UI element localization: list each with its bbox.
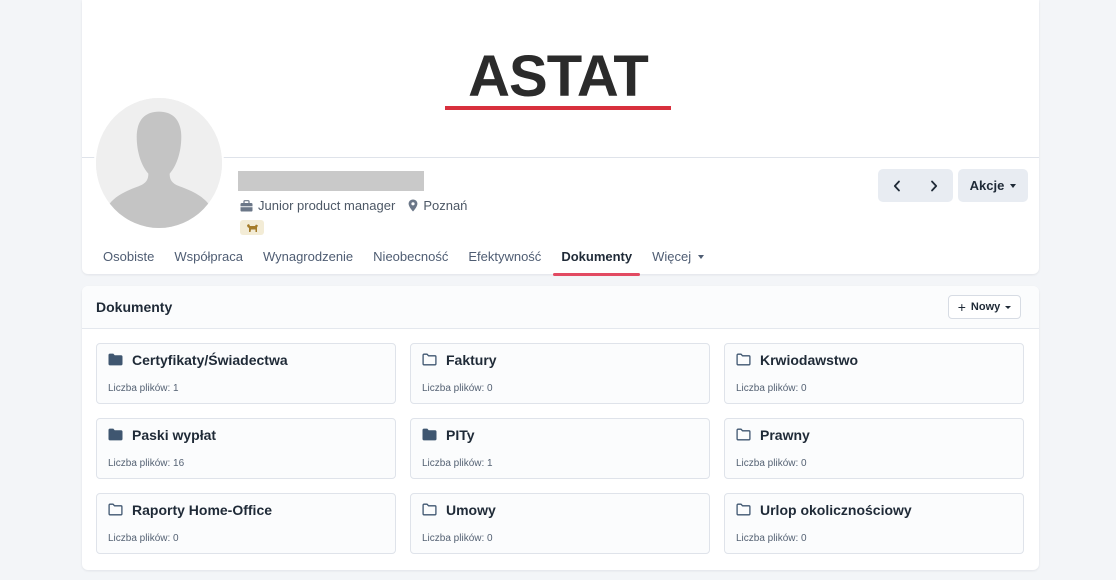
documents-card: Dokumenty + Nowy Certyfikaty/Świadectwa L… — [82, 286, 1039, 570]
tab-dokumenty[interactable]: Dokumenty — [551, 240, 642, 276]
tab-label: Więcej — [652, 249, 692, 264]
company-logo-text: ASTAT — [468, 44, 649, 109]
folder-outline-icon — [736, 353, 751, 366]
tab-label: Efektywność — [468, 249, 542, 264]
folder-tile[interactable]: PITy Liczba plików: 1 — [410, 418, 710, 479]
folder-file-count: Liczba plików: 1 — [108, 383, 179, 394]
folder-file-count: Liczba plików: 16 — [108, 458, 185, 469]
folder-tile[interactable]: Prawny Liczba plików: 0 — [724, 418, 1024, 479]
folder-tile[interactable]: Krwiodawstwo Liczba plików: 0 — [724, 343, 1024, 404]
caret-down-icon — [1010, 183, 1017, 188]
folder-name: Faktury — [446, 352, 497, 368]
folder-outline-icon — [736, 503, 751, 516]
profile-navigation — [878, 169, 953, 202]
folder-outline-icon — [422, 503, 437, 516]
folder-name: Krwiodawstwo — [760, 352, 859, 368]
tab-label: Współpraca — [174, 249, 243, 264]
job-title: Junior product manager — [240, 198, 395, 213]
folder-file-count: Liczba plików: 0 — [736, 458, 807, 469]
folder-filled-icon — [422, 428, 437, 441]
previous-profile-button[interactable] — [878, 169, 916, 202]
folder-name: Prawny — [760, 427, 810, 443]
company-logo-underline — [445, 106, 671, 110]
folder-outline-icon — [108, 503, 123, 516]
folder-name: Raporty Home-Office — [132, 502, 273, 518]
folder-outline-icon — [736, 428, 751, 441]
folder-tile[interactable]: Certyfikaty/Świadectwa Liczba plików: 1 — [96, 343, 396, 404]
location: Poznań — [408, 198, 467, 213]
folder-file-count: Liczba plików: 1 — [422, 458, 493, 469]
avatar-placeholder-icon — [96, 98, 222, 228]
folder-file-count: Liczba plików: 0 — [422, 383, 493, 394]
tab-label: Nieobecność — [373, 249, 449, 264]
tab-nieobecnosc[interactable]: Nieobecność — [363, 240, 458, 274]
documents-header: Dokumenty + Nowy — [82, 286, 1039, 329]
tab-label: Dokumenty — [561, 249, 633, 264]
tab-wiecej[interactable]: Więcej — [642, 240, 714, 274]
profile-tabs: Osobiste Współpraca Wynagrodzenie Nieobe… — [82, 240, 714, 276]
folder-file-count: Liczba plików: 0 — [736, 383, 807, 394]
job-title-text: Junior product manager — [258, 198, 396, 213]
actions-dropdown-button[interactable]: Akcje — [958, 169, 1028, 202]
dog-icon — [246, 223, 258, 232]
folder-filled-icon — [108, 353, 123, 366]
new-document-button[interactable]: + Nowy — [948, 295, 1021, 319]
folder-tile[interactable]: Raporty Home-Office Liczba plików: 0 — [96, 493, 396, 554]
tab-label: Osobiste — [103, 249, 155, 264]
folder-name: Certyfikaty/Świadectwa — [132, 352, 288, 368]
folder-file-count: Liczba plików: 0 — [108, 533, 179, 544]
actions-button-label: Akcje — [969, 178, 1005, 193]
caret-down-icon — [698, 255, 705, 259]
folder-outline-icon — [422, 353, 437, 366]
folder-tile[interactable]: Faktury Liczba plików: 0 — [410, 343, 710, 404]
folder-name: Umowy — [446, 502, 496, 518]
caret-down-icon — [1005, 305, 1012, 309]
dog-badge[interactable] — [240, 220, 264, 235]
next-profile-button[interactable] — [916, 169, 954, 202]
chevron-right-icon — [931, 180, 938, 191]
profile-meta: Junior product manager Poznań — [240, 198, 480, 213]
folder-name: Urlop okolicznościowy — [760, 502, 912, 518]
new-button-label: Nowy — [970, 301, 1001, 313]
location-text: Poznań — [423, 198, 468, 213]
tab-osobiste[interactable]: Osobiste — [82, 240, 164, 274]
tab-label: Wynagrodzenie — [262, 249, 354, 264]
folder-file-count: Liczba plików: 0 — [422, 533, 493, 544]
profile-card: ASTAT Junior product manager Poznań Akcj… — [82, 0, 1039, 276]
avatar — [94, 96, 224, 230]
plus-icon: + — [957, 299, 966, 315]
folder-filled-icon — [108, 428, 123, 441]
folder-tile[interactable]: Paski wypłat Liczba plików: 16 — [96, 418, 396, 479]
employee-name-redacted — [238, 171, 424, 191]
documents-title: Dokumenty — [96, 299, 173, 315]
folder-name: Paski wypłat — [132, 427, 217, 443]
folder-name: PITy — [446, 427, 475, 443]
cover-area: ASTAT — [82, 0, 1039, 158]
briefcase-icon — [240, 199, 253, 211]
tab-efektywnosc[interactable]: Efektywność — [458, 240, 551, 274]
tab-wynagrodzenie[interactable]: Wynagrodzenie — [253, 240, 363, 274]
folder-tile[interactable]: Urlop okolicznościowy Liczba plików: 0 — [724, 493, 1024, 554]
folder-file-count: Liczba plików: 0 — [736, 533, 807, 544]
company-logo: ASTAT — [444, 44, 672, 113]
tab-wspolpraca[interactable]: Współpraca — [164, 240, 253, 274]
location-pin-icon — [408, 199, 418, 212]
folder-grid: Certyfikaty/Świadectwa Liczba plików: 1 Fa… — [96, 343, 1024, 554]
chevron-left-icon — [893, 180, 900, 191]
folder-tile[interactable]: Umowy Liczba plików: 0 — [410, 493, 710, 554]
